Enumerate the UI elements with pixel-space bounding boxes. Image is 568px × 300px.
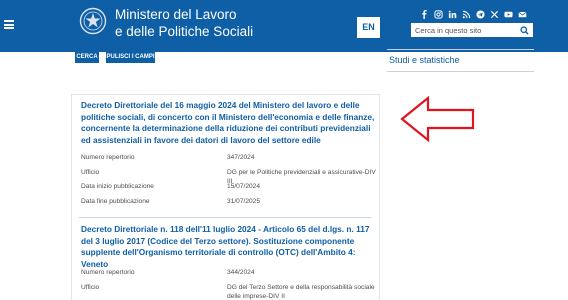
menu-icon[interactable] — [4, 20, 14, 29]
sidebar-divider — [387, 71, 534, 72]
result-separator — [79, 217, 371, 218]
search-filter-button[interactable]: CERCA — [75, 52, 99, 63]
emblem-icon — [79, 7, 107, 35]
youtube-icon[interactable] — [504, 10, 513, 19]
result-title[interactable]: Decreto Direttoriale n. 118 dell'11 lugl… — [81, 224, 376, 270]
search-button[interactable] — [516, 23, 533, 37]
telegram-icon[interactable] — [476, 10, 485, 19]
site-header: Ministero del Lavoro e delle Politiche S… — [0, 0, 568, 52]
meta-value: DG del Terzo Settore e della responsabil… — [227, 284, 375, 300]
site-title[interactable]: Ministero del Lavoro e delle Politiche S… — [115, 6, 253, 40]
search-icon — [520, 25, 529, 35]
meta-label: Ufficio — [81, 169, 100, 176]
meta-value: 344/2024 — [227, 269, 255, 276]
social-links — [420, 9, 527, 20]
linkedin-icon[interactable] — [448, 10, 457, 19]
meta-label: Data fine pubblicazione — [81, 198, 150, 205]
meta-label: Numero repertorio — [81, 154, 135, 161]
sidebar-item-studi-statistiche[interactable]: Studi e statistiche — [389, 55, 460, 65]
mail-icon[interactable] — [518, 10, 527, 19]
site-title-line1: Ministero del Lavoro — [115, 7, 237, 22]
facebook-icon[interactable] — [420, 10, 429, 19]
site-search-input[interactable] — [411, 23, 517, 37]
site-title-line2: e delle Politiche Sociali — [115, 24, 254, 39]
sidebar-divider — [387, 49, 534, 50]
language-button[interactable]: EN — [357, 17, 380, 38]
meta-label: Data inizio pubblicazione — [81, 183, 154, 190]
result-title[interactable]: Decreto Direttoriale del 16 maggio 2024 … — [81, 100, 376, 146]
meta-value: 31/07/2025 — [227, 198, 261, 205]
rss-icon[interactable] — [462, 10, 471, 19]
instagram-icon[interactable] — [434, 10, 443, 19]
annotation-arrow-icon — [400, 96, 475, 142]
meta-label: Numero repertorio — [81, 269, 135, 276]
meta-label: Ufficio — [81, 284, 100, 291]
x-icon[interactable] — [490, 10, 499, 19]
meta-value: 15/07/2024 — [227, 183, 261, 190]
clear-fields-button[interactable]: PULISCI I CAMPI — [106, 52, 155, 63]
meta-value: 347/2024 — [227, 154, 255, 161]
